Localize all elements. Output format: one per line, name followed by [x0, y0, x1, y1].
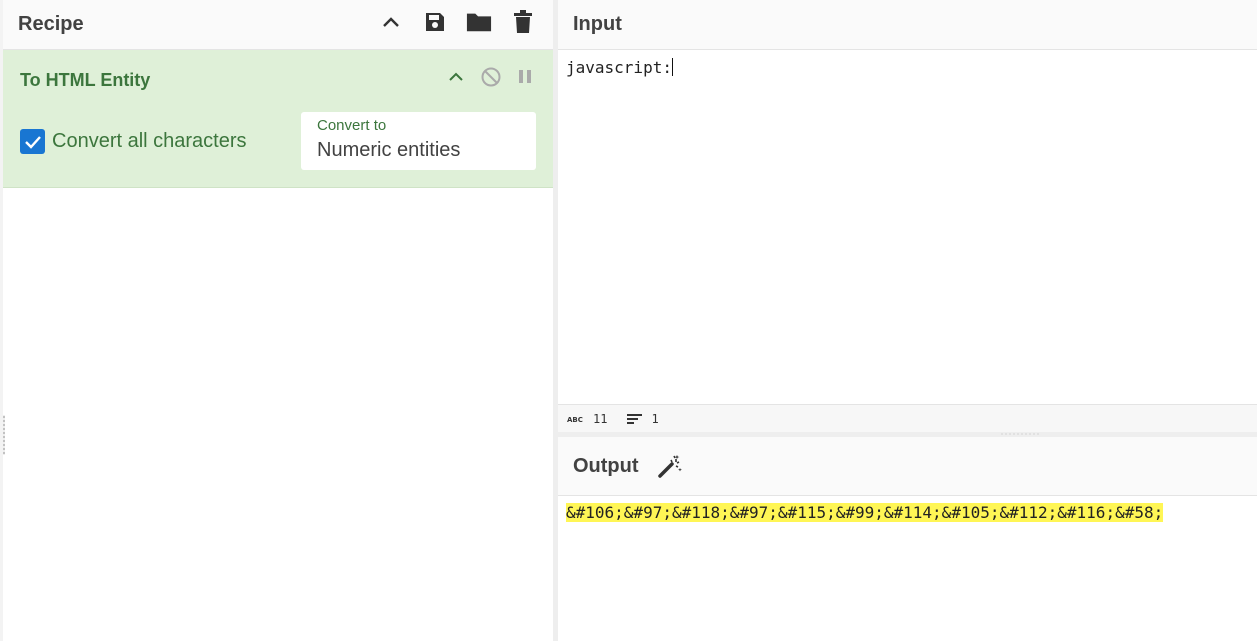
- output-title: Output: [573, 454, 639, 477]
- resize-handle[interactable]: [3, 415, 5, 455]
- pause-icon[interactable]: [518, 69, 532, 85]
- operation-to-html-entity[interactable]: To HTML Entity Convert all characters Co…: [3, 50, 554, 188]
- io-pane: Input javascript: ABC 11 1 Output &#106;…: [558, 0, 1257, 641]
- lines-icon: [627, 413, 643, 424]
- text-caret: [671, 58, 673, 76]
- app: Recipe To HTML Entity Convert all charac…: [0, 0, 1257, 641]
- convert-all-checkbox[interactable]: [20, 129, 45, 154]
- input-header: Input: [558, 0, 1257, 50]
- checkmark-icon: [24, 135, 41, 149]
- collapse-recipe-button[interactable]: [378, 6, 404, 38]
- convert-all-characters-option[interactable]: Convert all characters: [20, 129, 247, 154]
- save-icon: [426, 13, 444, 31]
- operation-controls: [448, 66, 532, 88]
- abc-length-icon: ABC: [567, 416, 583, 424]
- output-text: &#106;&#97;&#118;&#97;&#115;&#99;&#114;&…: [566, 503, 1164, 522]
- divider-grip[interactable]: [1000, 433, 1040, 435]
- save-recipe-button[interactable]: [422, 6, 448, 38]
- svg-text:ABC: ABC: [567, 416, 583, 424]
- recipe-toolbar: [378, 6, 536, 38]
- convert-all-label: Convert all characters: [52, 130, 247, 152]
- input-text-area[interactable]: javascript:: [558, 50, 1257, 404]
- magic-wand-icon[interactable]: [657, 453, 683, 479]
- clear-recipe-button[interactable]: [510, 6, 536, 38]
- input-title: Input: [573, 13, 622, 35]
- input-length: 11: [593, 411, 608, 426]
- chevron-up-icon[interactable]: [448, 71, 464, 83]
- recipe-pane: Recipe To HTML Entity Convert all charac…: [0, 0, 554, 641]
- folder-icon: [466, 13, 492, 32]
- output-text-area[interactable]: &#106;&#97;&#118;&#97;&#115;&#99;&#114;&…: [558, 496, 1257, 641]
- disable-icon[interactable]: [480, 66, 502, 88]
- trash-icon: [514, 10, 532, 33]
- input-lines: 1: [651, 411, 659, 426]
- convert-to-label: Convert to: [317, 117, 387, 134]
- recipe-title: Recipe: [18, 13, 84, 35]
- input-text: javascript:: [566, 58, 672, 77]
- output-header: Output: [558, 437, 1257, 496]
- input-status-bar: ABC 11 1: [558, 404, 1257, 432]
- convert-to-select[interactable]: Convert to Numeric entities: [301, 112, 536, 170]
- load-recipe-button[interactable]: [466, 6, 492, 38]
- chevron-up-icon: [383, 17, 399, 27]
- operation-title: To HTML Entity: [20, 70, 151, 90]
- convert-to-value: Numeric entities: [317, 139, 461, 161]
